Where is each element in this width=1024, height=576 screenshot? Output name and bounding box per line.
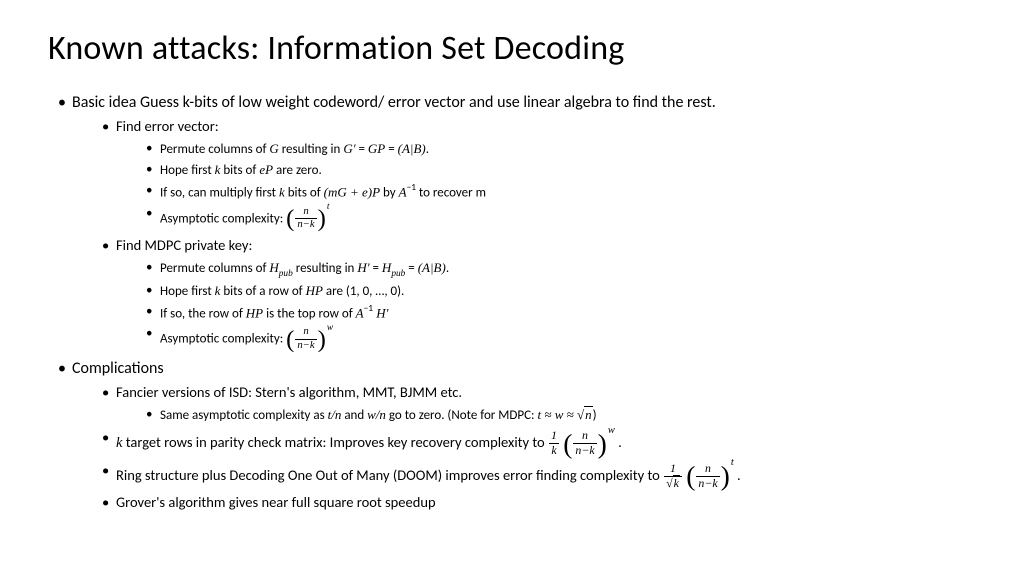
bullet-list-root: Basic idea Guess k-bits of low weight co… (72, 91, 976, 514)
bullet-grover: Grover's algorithm gives near full squar… (116, 492, 976, 514)
bullet-basic-idea: Basic idea Guess k-bits of low weight co… (72, 91, 976, 114)
bullet-find-error-vector: Find error vector: (116, 116, 976, 138)
bullet-row-hp: If so, the row of HP is the top row of A… (160, 302, 976, 324)
bullet-same-complexity: Same asymptotic complexity as t/n and w/… (160, 405, 976, 426)
bullet-fancier-isd: Fancier versions of ISD: Stern's algorit… (116, 382, 976, 404)
slide-title: Known attacks: Information Set Decoding (48, 28, 976, 69)
bullet-find-mdpc: Find MDPC private key: (116, 235, 976, 257)
bullet-complications: Complications (72, 357, 976, 380)
bullet-k-target-rows: k target rows in parity check matrix: Im… (116, 427, 976, 460)
bullet-permute-g: Permute columns of G resulting in G′ = G… (160, 139, 976, 160)
bullet-complexity-w: Asymptotic complexity: (nn−k)w (160, 324, 976, 354)
bullet-complexity-t: Asymptotic complexity: (nn−k)t (160, 204, 976, 234)
bullet-doom: Ring structure plus Decoding One Out of … (116, 460, 976, 493)
bullet-hope-hp: Hope first k bits of a row of HP are (1,… (160, 281, 976, 302)
bullet-permute-h: Permute columns of Hpub resulting in H′ … (160, 258, 976, 281)
bullet-multiply: If so, can multiply first k bits of (mG … (160, 181, 976, 203)
bullet-hope-ep: Hope first k bits of eP are zero. (160, 160, 976, 181)
